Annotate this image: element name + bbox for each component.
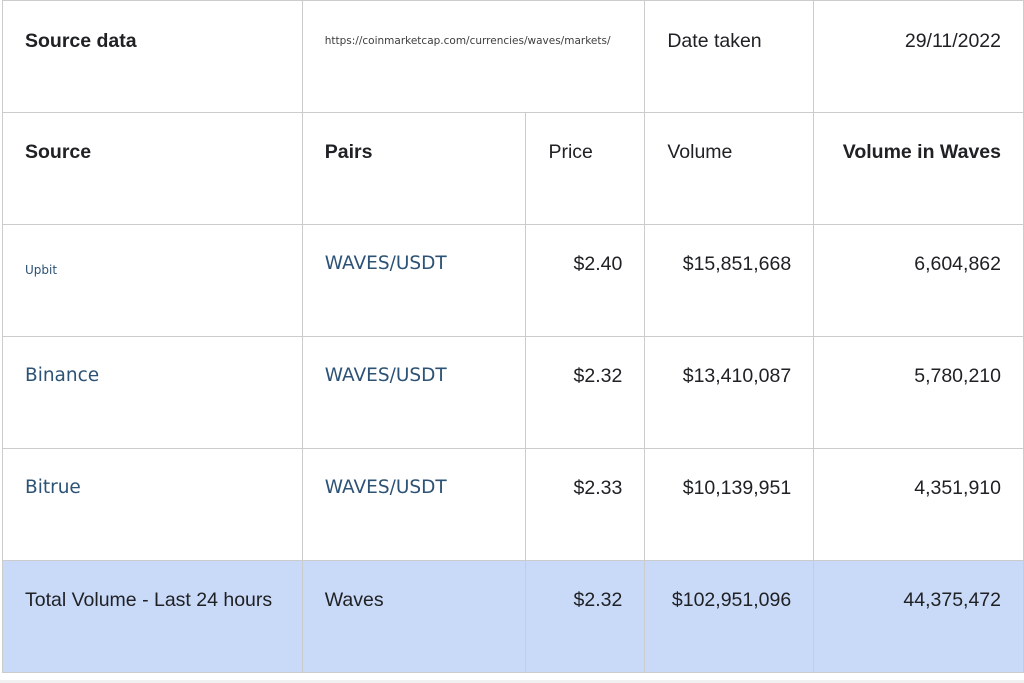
source-url-link[interactable]: https://coinmarketcap.com/currencies/wav… xyxy=(325,1,623,52)
row-volume-waves: 4,351,910 xyxy=(914,477,1001,499)
date-value-cell: 29/11/2022 xyxy=(813,0,1024,113)
row-volume: $15,851,668 xyxy=(682,253,792,275)
total-pair: Waves xyxy=(324,589,384,611)
column-header-volume: Volume xyxy=(667,141,733,163)
row-volume-waves: 6,604,862 xyxy=(914,253,1001,275)
row-source-link[interactable]: Binance xyxy=(25,337,280,387)
row-volume: $13,410,087 xyxy=(682,365,792,387)
table-row: Binance WAVES/USDT $2.32 $13,410,087 5,7… xyxy=(2,336,1024,449)
table-row: Bitrue WAVES/USDT $2.33 $10,139,951 4,35… xyxy=(2,448,1024,561)
total-label: Total Volume - Last 24 hours xyxy=(25,589,273,611)
source-data-row: Source data https://coinmarketcap.com/cu… xyxy=(2,0,1024,113)
row-volume-waves: 5,780,210 xyxy=(914,365,1001,387)
markets-table: Source data https://coinmarketcap.com/cu… xyxy=(2,0,1024,673)
table-row: Upbit WAVES/USDT $2.40 $15,851,668 6,604… xyxy=(2,224,1024,337)
row-volume: $10,139,951 xyxy=(682,477,792,499)
row-price: $2.32 xyxy=(573,365,623,387)
row-source-link[interactable]: Bitrue xyxy=(25,449,280,499)
column-header-row: Source Pairs Price Volume Volume in Wave… xyxy=(2,112,1024,225)
column-header-price: Price xyxy=(548,141,593,163)
row-price: $2.40 xyxy=(573,253,623,275)
date-value: 29/11/2022 xyxy=(904,30,1001,52)
column-header-pairs: Pairs xyxy=(324,141,373,163)
column-header-volume-in-waves: Volume in Waves xyxy=(842,141,1001,163)
total-volume-waves: 44,375,472 xyxy=(903,589,1001,611)
source-data-label: Source data xyxy=(25,30,137,52)
source-url-cell: https://coinmarketcap.com/currencies/wav… xyxy=(301,0,646,113)
row-price: $2.33 xyxy=(573,477,623,499)
column-header-source: Source xyxy=(25,141,92,163)
date-taken-label: Date taken xyxy=(667,30,762,52)
row-pair-link[interactable]: WAVES/USDT xyxy=(325,225,504,275)
row-source-link[interactable]: Upbit xyxy=(25,225,280,281)
source-data-label-cell: Source data xyxy=(2,0,303,113)
total-price: $2.32 xyxy=(573,589,623,611)
total-volume: $102,951,096 xyxy=(671,589,792,611)
date-taken-label-cell: Date taken xyxy=(644,0,815,113)
row-pair-link[interactable]: WAVES/USDT xyxy=(325,449,504,499)
total-row: Total Volume - Last 24 hours Waves $2.32… xyxy=(2,560,1024,673)
row-pair-link[interactable]: WAVES/USDT xyxy=(325,337,504,387)
